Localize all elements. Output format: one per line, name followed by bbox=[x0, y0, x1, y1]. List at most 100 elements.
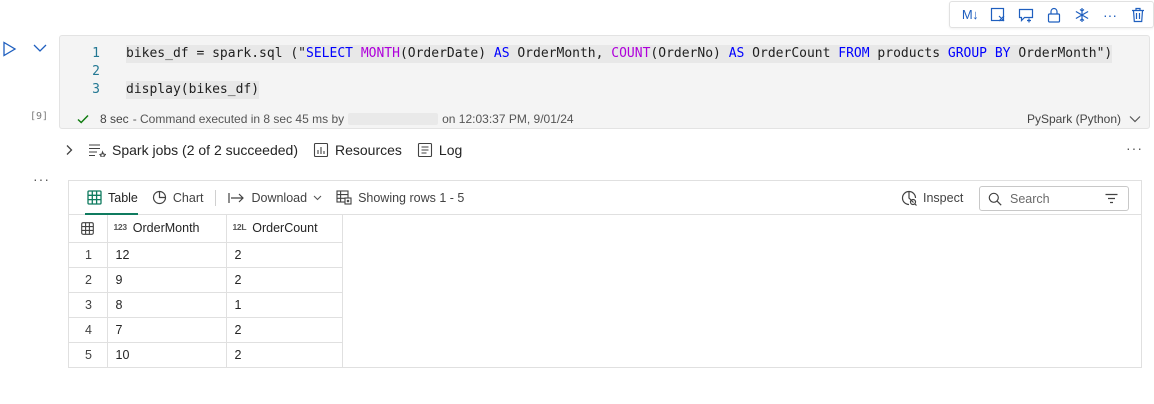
table-row[interactable]: 2 9 2 bbox=[69, 267, 343, 293]
redacted-user bbox=[348, 113, 439, 125]
lock-button[interactable] bbox=[1040, 3, 1068, 27]
markdown-icon: M↓ bbox=[961, 7, 979, 22]
cell-ordermonth[interactable]: 12 bbox=[107, 242, 227, 268]
cell-ordermonth[interactable]: 7 bbox=[107, 317, 227, 343]
cell-ordercount[interactable]: 2 bbox=[226, 267, 343, 293]
line-number: 1 bbox=[92, 46, 100, 61]
clear-output-button[interactable] bbox=[984, 3, 1012, 27]
execution-count: [9] bbox=[30, 111, 49, 122]
execution-duration: 8 sec bbox=[100, 112, 129, 126]
cell-ordermonth[interactable]: 9 bbox=[107, 267, 227, 293]
inspect-icon bbox=[901, 190, 917, 206]
chevron-right-icon bbox=[66, 145, 73, 155]
cell-ordercount[interactable]: 2 bbox=[226, 242, 343, 268]
column-header-ordermonth[interactable]: 123 OrderMonth bbox=[107, 215, 227, 243]
freeze-button[interactable] bbox=[1068, 3, 1096, 27]
cell-ordermonth[interactable]: 8 bbox=[107, 292, 227, 318]
cell-ordercount[interactable]: 2 bbox=[226, 317, 343, 343]
cell-ordercount[interactable]: 1 bbox=[226, 292, 343, 318]
table-row[interactable]: 4 7 2 bbox=[69, 317, 343, 343]
table-header-row: 123 OrderMonth 12L OrderCount bbox=[69, 215, 343, 243]
lock-icon bbox=[1047, 7, 1061, 23]
table-row[interactable]: 1 12 2 bbox=[69, 242, 343, 268]
rows-info-label: Showing rows 1 - 5 bbox=[358, 190, 465, 205]
comment-add-icon bbox=[1018, 8, 1033, 22]
download-arrow-icon bbox=[228, 192, 245, 203]
cell-toolbar: M↓ ··· bbox=[949, 1, 1154, 28]
tab-table-label: Table bbox=[108, 190, 138, 205]
grid-icon bbox=[81, 222, 95, 236]
language-selector[interactable]: PySpark (Python) bbox=[1027, 112, 1121, 126]
select-all-header[interactable] bbox=[69, 215, 108, 243]
spark-jobs-label: Spark jobs (2 of 2 succeeded) bbox=[112, 142, 298, 158]
snowflake-icon bbox=[1075, 7, 1089, 22]
row-index: 1 bbox=[69, 242, 108, 268]
rows-info: Showing rows 1 - 5 bbox=[336, 190, 464, 205]
chevron-down-icon[interactable] bbox=[32, 42, 48, 54]
more-icon: ··· bbox=[1103, 6, 1117, 23]
table-row[interactable]: 5 10 2 bbox=[69, 342, 343, 368]
clear-output-icon bbox=[990, 7, 1005, 21]
results-table: 123 OrderMonth 12L OrderCount 1 12 2 2 9 2… bbox=[69, 215, 343, 368]
chart-icon bbox=[152, 190, 166, 205]
code-line: 3 display(bikes_df) bbox=[60, 81, 1149, 99]
trash-icon bbox=[1132, 7, 1144, 22]
spark-jobs-icon bbox=[89, 144, 106, 157]
jobs-row: Spark jobs (2 of 2 succeeded) Resources … bbox=[64, 140, 477, 160]
cell-ordercount[interactable]: 2 bbox=[226, 342, 343, 368]
spark-jobs-toggle[interactable]: Spark jobs (2 of 2 succeeded) bbox=[64, 142, 298, 158]
comment-button[interactable] bbox=[1012, 3, 1040, 27]
inspect-button[interactable]: Inspect bbox=[901, 190, 963, 206]
code-cell[interactable]: 1 bikes_df = spark.sql ("SELECT MONTH(Or… bbox=[59, 35, 1150, 129]
code-text: bikes_df = spark.sql ("SELECT MONTH(Orde… bbox=[126, 45, 1113, 63]
resources-tab[interactable]: Resources bbox=[313, 142, 402, 158]
line-number: 2 bbox=[92, 64, 100, 79]
search-icon bbox=[988, 192, 1002, 206]
filter-icon[interactable] bbox=[1105, 193, 1118, 204]
row-index: 4 bbox=[69, 317, 108, 343]
cell-ordermonth[interactable]: 10 bbox=[107, 342, 227, 368]
numeric-type-icon: 123 bbox=[113, 222, 128, 233]
tab-chart-label: Chart bbox=[172, 190, 204, 205]
run-cell-icon[interactable] bbox=[1, 40, 17, 58]
chevron-down-icon[interactable] bbox=[1129, 115, 1141, 123]
download-button[interactable]: Download bbox=[228, 191, 322, 205]
download-label: Download bbox=[251, 190, 308, 205]
output-toolbar: Table Chart Download Showing rows 1 - 5 … bbox=[69, 181, 1141, 215]
search-input[interactable]: Search bbox=[979, 186, 1129, 211]
code-text: display(bikes_df) bbox=[126, 81, 260, 99]
check-icon bbox=[77, 114, 89, 124]
row-index: 2 bbox=[69, 267, 108, 293]
execution-message: - Command executed in 8 sec 45 ms by bbox=[132, 112, 345, 126]
rows-icon bbox=[336, 190, 352, 205]
inspect-label: Inspect bbox=[923, 191, 964, 205]
output-more-button[interactable]: ··· bbox=[33, 171, 50, 187]
tab-chart[interactable]: Chart bbox=[152, 190, 204, 205]
tab-table[interactable]: Table bbox=[85, 181, 138, 215]
delete-cell-button[interactable] bbox=[1124, 3, 1152, 27]
log-label: Log bbox=[438, 142, 463, 158]
chevron-down-icon bbox=[313, 195, 322, 200]
row-index: 5 bbox=[69, 342, 108, 368]
long-type-icon: 12L bbox=[232, 222, 247, 233]
divider bbox=[215, 189, 217, 206]
execution-timestamp: on 12:03:37 PM, 9/01/24 bbox=[442, 112, 574, 126]
code-line: 2 bbox=[60, 63, 1149, 81]
row-index: 3 bbox=[69, 292, 108, 318]
more-options-button[interactable]: ··· bbox=[1096, 3, 1124, 27]
search-placeholder: Search bbox=[1010, 191, 1050, 206]
log-icon bbox=[417, 142, 432, 158]
output-panel: Table Chart Download Showing rows 1 - 5 … bbox=[68, 180, 1142, 368]
cell-status-bar: 8 sec - Command executed in 8 sec 45 ms … bbox=[60, 108, 1149, 130]
resources-label: Resources bbox=[335, 142, 402, 158]
resources-icon bbox=[313, 142, 329, 158]
column-header-ordercount[interactable]: 12L OrderCount bbox=[226, 215, 343, 243]
jobs-more-button[interactable]: ··· bbox=[1126, 140, 1143, 156]
table-icon bbox=[87, 190, 102, 205]
table-row[interactable]: 3 8 1 bbox=[69, 292, 343, 318]
markdown-toggle-button[interactable]: M↓ bbox=[956, 3, 984, 27]
code-editor[interactable]: 1 bikes_df = spark.sql ("SELECT MONTH(Or… bbox=[60, 45, 1149, 99]
line-number: 3 bbox=[92, 82, 100, 97]
log-tab[interactable]: Log bbox=[417, 142, 462, 158]
code-line: 1 bikes_df = spark.sql ("SELECT MONTH(Or… bbox=[60, 45, 1149, 63]
